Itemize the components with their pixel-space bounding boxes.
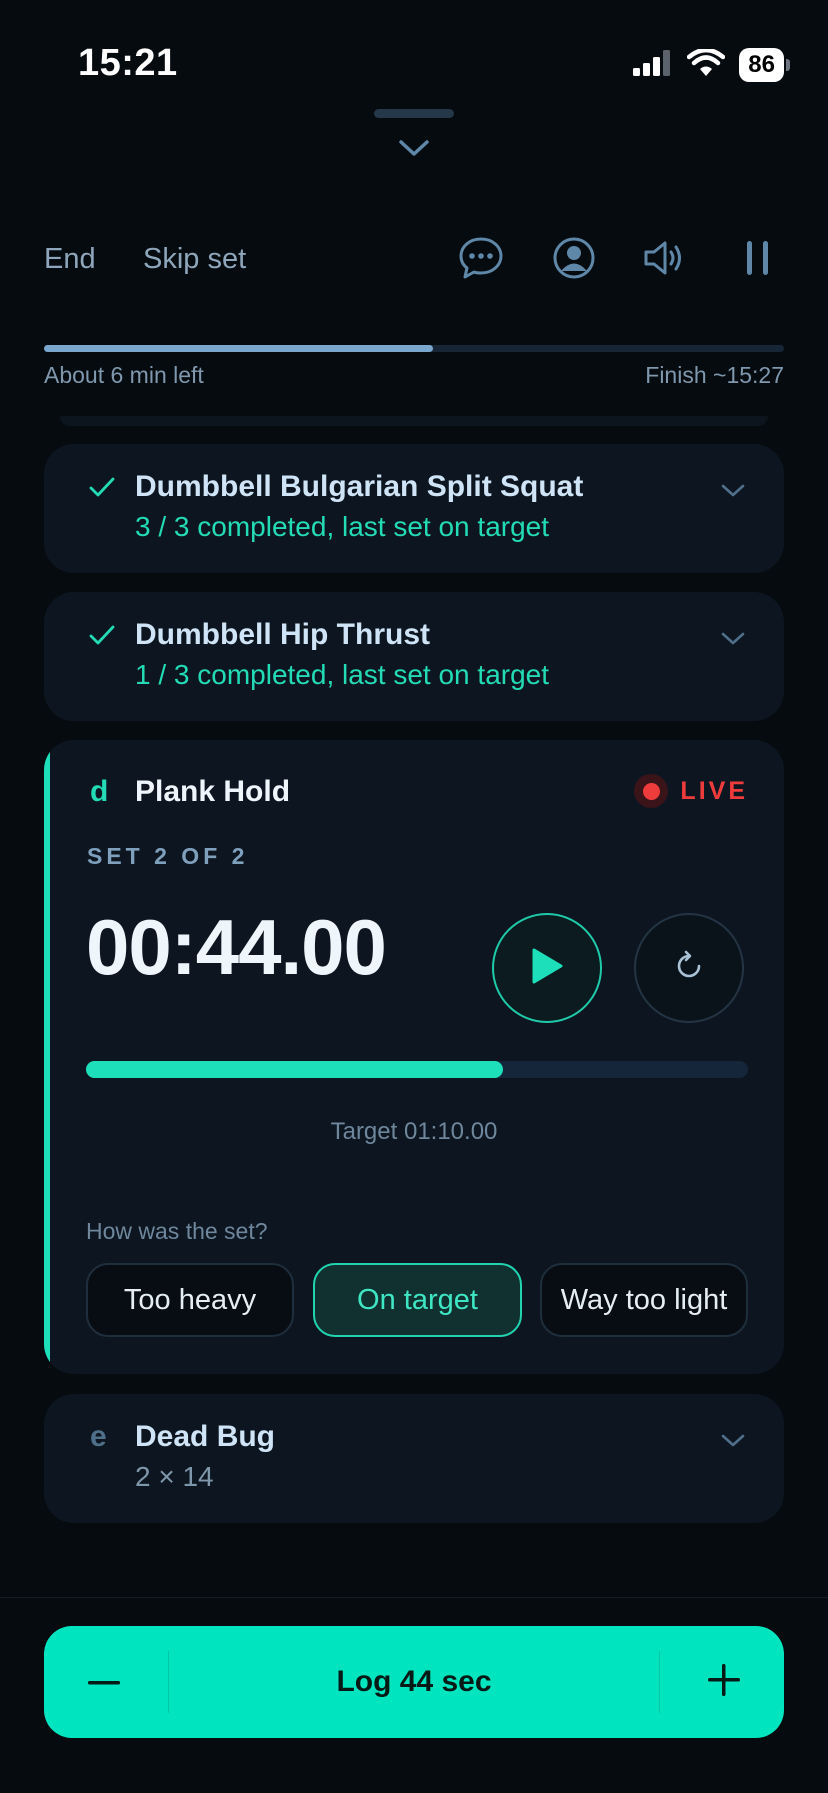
feedback-question: How was the set? [86,1218,268,1244]
session-progress-bar [44,345,784,352]
separator [659,1651,660,1713]
target-time: Target 01:10.00 [330,1118,498,1145]
profile-icon[interactable] [550,234,598,282]
set-progress-bar [86,1061,748,1078]
finish-time-label: Finish ~15:27 [645,362,784,388]
play-icon [530,947,564,990]
status-icons: 86 [633,47,790,82]
exercise-card-completed[interactable]: Dumbbell Hip Thrust 1 / 3 completed, las… [44,592,784,721]
live-label: LIVE [680,776,748,805]
active-indicator-bar [44,740,50,1374]
chevron-down-icon[interactable] [398,138,430,163]
chevron-down-icon[interactable] [720,630,746,656]
exercise-name: Dumbbell Bulgarian Split Squat [135,470,584,503]
skip-set-button[interactable]: Skip set [143,243,246,276]
option-on-target[interactable]: On target [313,1263,522,1337]
end-button[interactable]: End [44,243,96,276]
chevron-down-icon[interactable] [720,482,746,508]
set-progress-fill [86,1061,504,1078]
check-icon [88,474,116,506]
exercise-name: Plank Hold [135,775,291,808]
time-left-label: About 6 min left [44,362,204,388]
play-button[interactable] [492,913,602,1023]
exercise-card-completed[interactable]: Dumbbell Bulgarian Split Squat 3 / 3 com… [44,444,784,573]
pause-icon[interactable] [734,234,782,282]
exercise-name: Dead Bug [135,1420,276,1453]
exercise-card-upcoming[interactable]: e Dead Bug 2 × 14 [44,1394,784,1523]
live-dot-icon [634,774,669,808]
chevron-down-icon[interactable] [720,1432,746,1458]
speaker-icon[interactable] [641,234,689,282]
log-button[interactable]: Log 44 sec [44,1626,784,1738]
option-too-heavy[interactable]: Too heavy [86,1263,294,1337]
signal-icon [633,49,673,81]
reset-icon [672,949,706,988]
exercise-status: 3 / 3 completed, last set on target [135,511,550,542]
exercise-status: 1 / 3 completed, last set on target [135,659,550,690]
timer-display: 00:44.00 [86,903,387,991]
session-progress-fill [44,345,433,352]
active-exercise-card: d Plank Hold LIVE SET 2 OF 2 00:44.00 Ta… [44,740,784,1374]
chat-icon[interactable] [457,234,505,282]
status-time: 15:21 [78,42,178,84]
set-counter: SET 2 OF 2 [87,843,249,869]
reset-button[interactable] [634,913,744,1023]
check-icon [88,622,116,654]
option-way-too-light[interactable]: Way too light [540,1263,748,1337]
increment-button[interactable] [664,1626,784,1738]
exercise-letter: d [90,775,109,808]
exercise-name: Dumbbell Hip Thrust [135,618,430,651]
wifi-icon [687,47,726,82]
exercise-detail: 2 × 14 [135,1461,214,1492]
live-badge: LIVE [634,774,748,808]
bottom-divider [0,1597,828,1598]
battery-indicator: 86 [739,48,790,82]
exercise-letter: e [90,1420,107,1453]
plus-icon [708,1663,740,1701]
previous-card-edge [60,416,768,426]
sheet-grabber[interactable] [374,109,454,118]
